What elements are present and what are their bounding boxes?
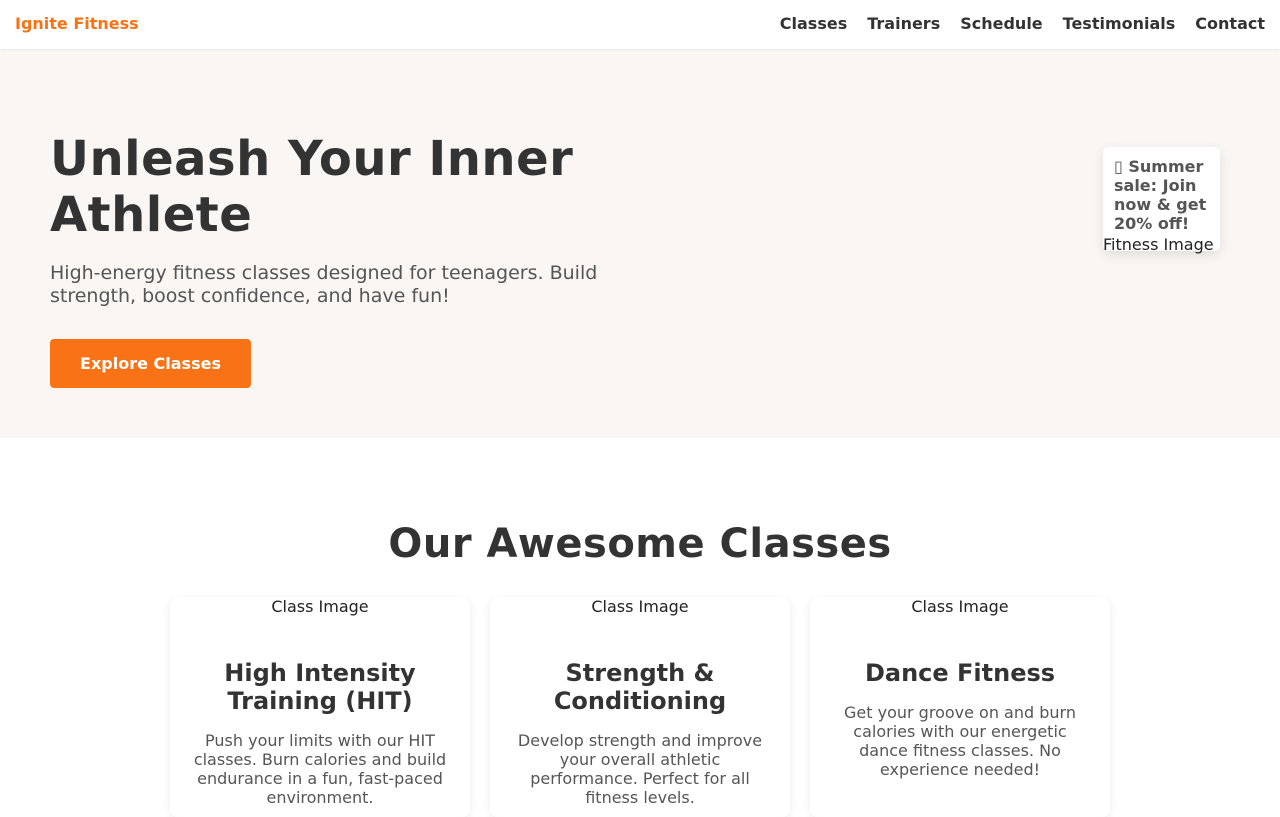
class-card-hit[interactable]: Class Image High Intensity Training (HIT…: [170, 597, 470, 817]
class-image: Class Image: [911, 597, 1009, 616]
hero-subtitle: High-energy fitness classes designed for…: [50, 262, 598, 307]
brand-logo[interactable]: Ignite Fitness: [15, 15, 139, 33]
nav-link-classes[interactable]: Classes: [780, 14, 847, 34]
nav-link-schedule[interactable]: Schedule: [960, 14, 1042, 34]
hero-section: Unleash Your Inner Athlete High-energy f…: [0, 49, 1280, 438]
class-card-strength[interactable]: Class Image Strength & Conditioning Deve…: [490, 597, 790, 817]
class-name: High Intensity Training (HIT): [224, 659, 416, 715]
navbar: Ignite Fitness Classes Trainers Schedule…: [0, 0, 1280, 49]
class-description: Develop strength and improve your overal…: [517, 731, 763, 807]
class-name: Strength & Conditioning: [553, 659, 727, 715]
class-image: Class Image: [591, 597, 689, 616]
hero-image: Fitness Image: [1103, 235, 1214, 255]
class-name: Dance Fitness: [864, 659, 1056, 687]
promo-text-block: ▯ Summer sale: Join now & get 20% off!: [1114, 157, 1214, 233]
nav-link-testimonials[interactable]: Testimonials: [1063, 14, 1176, 34]
nav-links: Classes Trainers Schedule Testimonials C…: [780, 14, 1265, 34]
class-image: Class Image: [271, 597, 369, 616]
promo-text: Summer sale: Join now & get 20% off!: [1114, 157, 1207, 233]
class-description: Get your groove on and burn calories wit…: [844, 703, 1076, 779]
classes-section-title: Our Awesome Classes: [388, 521, 892, 567]
promo-icon: ▯: [1114, 157, 1123, 176]
class-description: Push your limits with our HIT classes. B…: [193, 731, 447, 807]
class-card-dance[interactable]: Class Image Dance Fitness Get your groov…: [810, 597, 1110, 817]
nav-link-contact[interactable]: Contact: [1195, 14, 1265, 34]
hero-image-alt: Fitness Image: [1103, 235, 1214, 254]
nav-link-trainers[interactable]: Trainers: [867, 14, 940, 34]
hero-title: Unleash Your Inner Athlete: [50, 131, 574, 243]
explore-classes-button[interactable]: Explore Classes: [50, 339, 251, 388]
